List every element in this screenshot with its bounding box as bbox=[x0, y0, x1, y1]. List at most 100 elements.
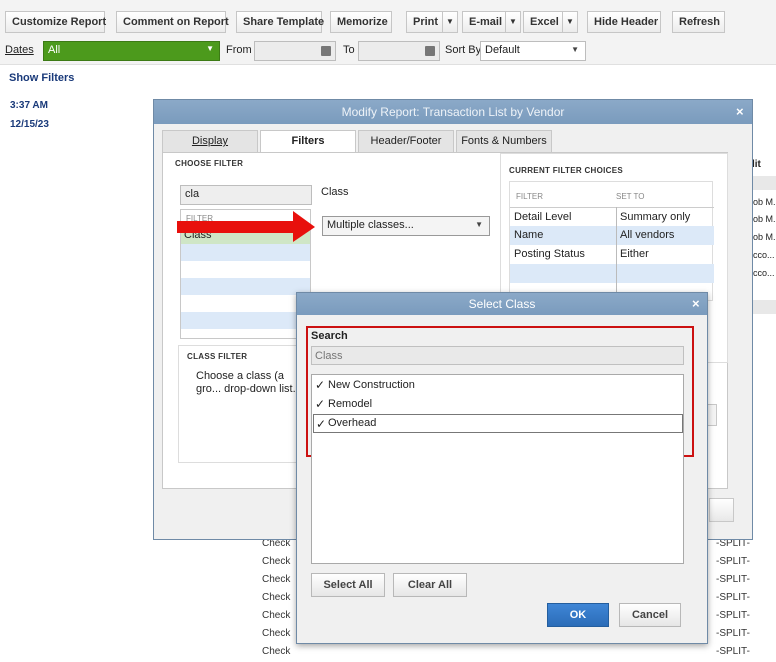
table-cell: Either bbox=[620, 248, 649, 260]
class-name: Remodel bbox=[328, 398, 373, 410]
calendar-icon[interactable] bbox=[425, 46, 435, 56]
list-item bbox=[181, 278, 310, 295]
table-row[interactable]: Posting Status Either bbox=[510, 245, 714, 264]
dialog-title: Select Class bbox=[297, 293, 707, 315]
select-all-button[interactable]: Select All bbox=[311, 573, 385, 597]
hide-header-button[interactable]: Hide Header bbox=[587, 11, 661, 33]
checkmark-icon: ✓ bbox=[315, 378, 326, 392]
class-name: Overhead bbox=[328, 417, 377, 429]
report-cell: Check bbox=[262, 592, 291, 603]
report-cell: -SPLIT- bbox=[716, 574, 750, 585]
print-button[interactable]: Print bbox=[406, 11, 443, 33]
customize-report-button[interactable]: Customize Report bbox=[5, 11, 106, 33]
class-list: ✓ New Construction ✓ Remodel ✓ Overhead bbox=[311, 374, 684, 564]
to-label: To bbox=[343, 44, 355, 56]
excel-button[interactable]: Excel bbox=[523, 11, 563, 33]
column-divider bbox=[616, 207, 617, 302]
class-name: New Construction bbox=[328, 379, 415, 391]
table-cell: Posting Status bbox=[514, 248, 585, 260]
list-item bbox=[181, 244, 310, 261]
cancel-button[interactable]: Cancel bbox=[619, 603, 681, 627]
show-filters-link[interactable]: Show Filters bbox=[9, 72, 74, 84]
current-filter-table: FILTER SET TO Detail Level Summary only … bbox=[509, 181, 714, 302]
dialog-title: Modify Report: Transaction List by Vendo… bbox=[154, 100, 752, 124]
list-item[interactable]: ✓ Remodel bbox=[313, 395, 683, 414]
selected-filter-name: Class bbox=[321, 186, 349, 198]
report-filter-bar: Dates All ▼ From To Sort By Default ▼ bbox=[0, 39, 776, 65]
class-filter-text: Choose a class (a gro... drop-down list. bbox=[196, 370, 296, 395]
report-cell: ob M. bbox=[753, 197, 776, 207]
email-dropdown-icon[interactable]: ▼ bbox=[505, 11, 521, 33]
class-search-input[interactable] bbox=[311, 346, 684, 365]
table-cell: Detail Level bbox=[514, 211, 572, 223]
checkmark-icon: ✓ bbox=[315, 397, 326, 411]
red-arrow-annotation bbox=[177, 211, 315, 242]
table-row[interactable]: Name All vendors bbox=[510, 226, 714, 245]
report-column-header: lit bbox=[752, 159, 761, 170]
comment-on-report-button[interactable]: Comment on Report bbox=[116, 11, 229, 33]
class-select-value: Multiple classes... bbox=[327, 219, 414, 231]
memorize-button[interactable]: Memorize bbox=[330, 11, 392, 33]
dates-value: All bbox=[48, 44, 61, 56]
report-cell: ob M. bbox=[753, 232, 776, 242]
report-cell: Check bbox=[262, 646, 291, 657]
list-item[interactable]: ✓ New Construction bbox=[313, 376, 683, 395]
report-cell: Check bbox=[262, 610, 291, 621]
tab-header-footer[interactable]: Header/Footer bbox=[358, 130, 454, 152]
report-cell: ob M. bbox=[753, 214, 776, 224]
email-button[interactable]: E-mail bbox=[462, 11, 506, 33]
chevron-down-icon: ▼ bbox=[206, 44, 214, 53]
print-dropdown-icon[interactable]: ▼ bbox=[442, 11, 458, 33]
report-cell: -SPLIT- bbox=[716, 556, 750, 567]
search-label: Search bbox=[311, 330, 348, 342]
sort-by-label: Sort By bbox=[445, 44, 482, 56]
close-icon[interactable]: × bbox=[736, 104, 744, 119]
chevron-down-icon: ▼ bbox=[571, 45, 579, 54]
ok-button[interactable]: OK bbox=[547, 603, 609, 627]
table-row[interactable]: Detail Level Summary only bbox=[510, 207, 714, 226]
current-filter-col-header: FILTER bbox=[516, 192, 543, 201]
report-header-band bbox=[752, 176, 776, 190]
dates-label: Dates bbox=[5, 44, 34, 56]
dates-select[interactable]: All ▼ bbox=[43, 41, 220, 61]
filter-search-input[interactable]: cla bbox=[180, 185, 312, 205]
report-header-band bbox=[752, 300, 776, 314]
table-cell: Summary only bbox=[620, 211, 691, 223]
calendar-icon[interactable] bbox=[321, 46, 331, 56]
class-select[interactable]: Multiple classes... ▼ bbox=[322, 216, 490, 236]
sort-by-value: Default bbox=[485, 44, 520, 56]
close-icon[interactable]: × bbox=[692, 296, 700, 311]
refresh-button[interactable]: Refresh bbox=[672, 11, 725, 33]
current-filter-col-header: SET TO bbox=[616, 192, 645, 201]
tab-filters[interactable]: Filters bbox=[260, 130, 356, 153]
report-cell: Check bbox=[262, 556, 291, 567]
from-date-input[interactable] bbox=[254, 41, 336, 61]
table-row bbox=[510, 264, 714, 283]
tab-fonts-numbers[interactable]: Fonts & Numbers bbox=[456, 130, 552, 152]
share-template-button[interactable]: Share Template bbox=[236, 11, 324, 33]
report-cell: cco... bbox=[753, 250, 775, 260]
select-class-dialog: Select Class × Search ✓ New Construction… bbox=[296, 292, 708, 644]
report-cell: -SPLIT- bbox=[716, 628, 750, 639]
table-cell: Name bbox=[514, 229, 544, 241]
to-date-input[interactable] bbox=[358, 41, 440, 61]
current-filter-heading: CURRENT FILTER CHOICES bbox=[509, 166, 624, 175]
chevron-down-icon: ▼ bbox=[475, 220, 483, 229]
list-item bbox=[181, 312, 310, 329]
report-cell: -SPLIT- bbox=[716, 592, 750, 603]
clear-all-button[interactable]: Clear All bbox=[393, 573, 467, 597]
dialog-button[interactable] bbox=[709, 498, 734, 522]
report-toolbar: Customize Report Comment on Report Share… bbox=[0, 0, 776, 40]
class-filter-heading: CLASS FILTER bbox=[187, 352, 248, 361]
choose-filter-heading: CHOOSE FILTER bbox=[175, 159, 244, 168]
report-cell: Check bbox=[262, 574, 291, 585]
sort-by-select[interactable]: Default ▼ bbox=[480, 41, 586, 61]
report-cell: cco... bbox=[753, 268, 775, 278]
list-item[interactable]: ✓ Overhead bbox=[313, 414, 683, 433]
from-label: From bbox=[226, 44, 252, 56]
report-cell: Check bbox=[262, 628, 291, 639]
report-cell: -SPLIT- bbox=[716, 610, 750, 621]
table-row: Check -SPLIT- bbox=[232, 643, 776, 661]
tab-display[interactable]: Display bbox=[162, 130, 258, 152]
excel-dropdown-icon[interactable]: ▼ bbox=[562, 11, 578, 33]
